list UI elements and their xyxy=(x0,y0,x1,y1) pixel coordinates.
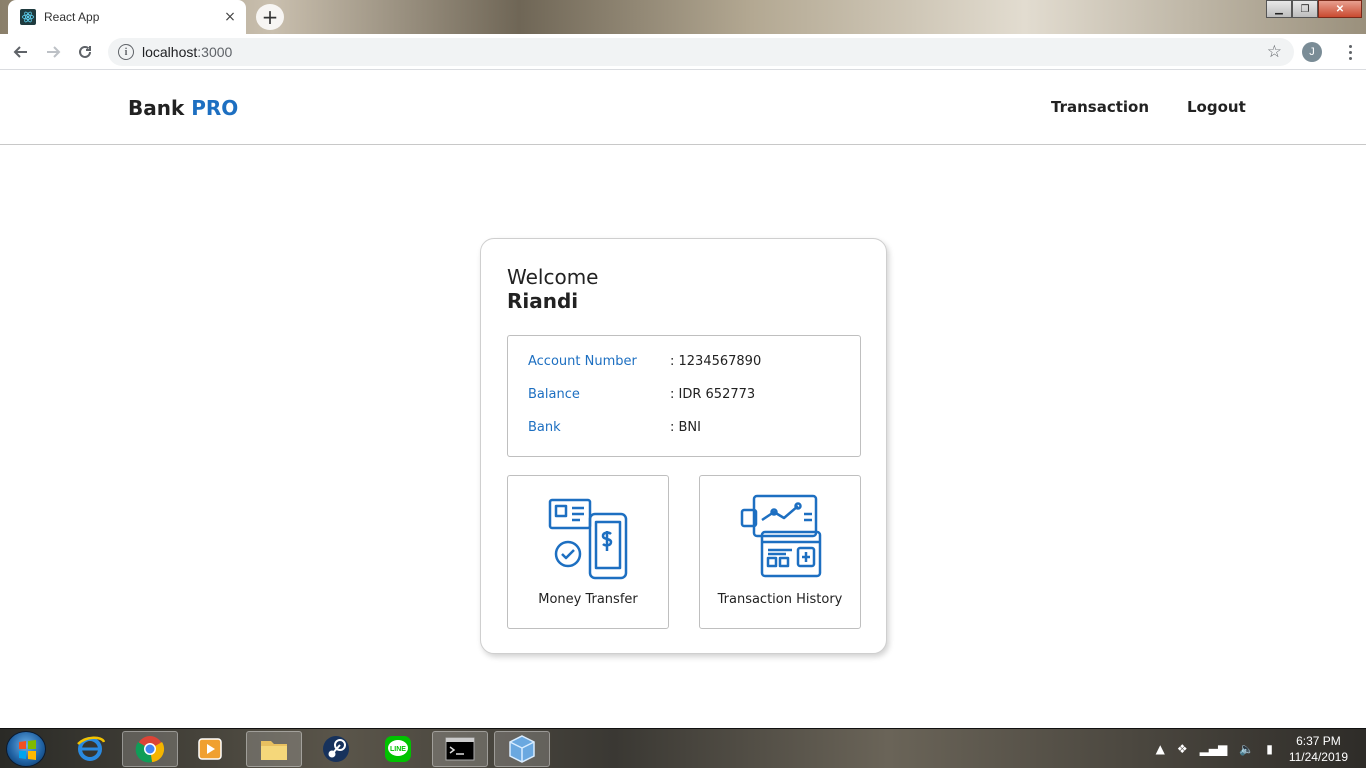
nav-logout-link[interactable]: Logout xyxy=(1187,98,1246,116)
line-icon[interactable]: LINE xyxy=(370,731,426,767)
info-label: Balance xyxy=(528,387,580,402)
brand-accent: PRO xyxy=(191,96,239,120)
volume-icon[interactable]: 🔈 xyxy=(1239,742,1254,756)
start-button[interactable] xyxy=(6,731,46,767)
new-tab-button[interactable]: + xyxy=(256,4,284,30)
app-navbar: Bank PRO Transaction Logout xyxy=(0,71,1366,145)
browser-menu-icon[interactable] xyxy=(1340,40,1360,64)
system-clock[interactable]: 6:37 PM 11/24/2019 xyxy=(1289,733,1348,765)
window-close-button[interactable]: ✕ xyxy=(1318,0,1362,18)
power-icon[interactable]: ▮ xyxy=(1266,742,1273,756)
tab-close-icon[interactable]: × xyxy=(222,9,238,25)
svg-text:LINE: LINE xyxy=(390,746,406,753)
bookmark-star-icon[interactable]: ☆ xyxy=(1267,42,1282,62)
media-player-icon[interactable] xyxy=(182,731,238,767)
windows-logo-icon xyxy=(19,740,36,760)
file-explorer-icon[interactable] xyxy=(246,731,302,767)
info-row-balance: Balance : IDR 652773 xyxy=(528,387,755,402)
url-host: localhost xyxy=(142,44,198,60)
money-transfer-button[interactable]: Money Transfer xyxy=(507,475,669,629)
browser-tabstrip: React App × + ▁ ❐ ✕ xyxy=(0,0,1366,34)
info-row-bank: Bank : BNI xyxy=(528,420,701,435)
forward-arrow-icon[interactable] xyxy=(38,37,68,67)
steam-icon[interactable] xyxy=(308,731,364,767)
info-value: : 1234567890 xyxy=(670,354,762,369)
tray-expand-icon[interactable]: ▲ xyxy=(1156,742,1165,756)
address-bar[interactable]: i localhost:3000 ☆ xyxy=(108,38,1294,66)
brand-name: Bank xyxy=(128,96,185,120)
user-name: Riandi xyxy=(507,289,579,313)
virtualbox-icon[interactable] xyxy=(494,731,550,767)
clock-time: 6:37 PM xyxy=(1296,734,1341,748)
transaction-history-icon xyxy=(740,494,822,578)
site-info-icon[interactable]: i xyxy=(118,44,134,60)
info-row-account-number: Account Number : 1234567890 xyxy=(528,354,761,369)
browser-toolbar: i localhost:3000 ☆ xyxy=(0,34,1366,70)
account-info-box: Account Number : 1234567890 Balance : IDR … xyxy=(507,335,861,457)
network-signal-icon[interactable]: ▂▄▆ xyxy=(1200,742,1228,756)
transaction-history-button[interactable]: Transaction History xyxy=(699,475,861,629)
welcome-text: Welcome xyxy=(507,265,599,289)
command-prompt-icon[interactable] xyxy=(432,731,488,767)
tab-title: React App xyxy=(44,10,100,24)
dropbox-icon[interactable]: ❖ xyxy=(1177,742,1188,756)
money-transfer-label: Money Transfer xyxy=(538,592,638,607)
minimize-button[interactable]: ▁ xyxy=(1266,0,1292,18)
react-favicon-icon xyxy=(20,9,36,25)
reload-icon[interactable] xyxy=(70,37,100,67)
info-value: : IDR 652773 xyxy=(670,387,756,402)
url-port: :3000 xyxy=(197,44,233,60)
windows-taskbar: LINE ▲ ❖ ▂▄▆ 🔈 ▮ 6:37 PM 11/24/2019 xyxy=(0,728,1366,768)
internet-explorer-icon[interactable] xyxy=(62,731,118,767)
account-card: Welcome Riandi Account Number : 123456789… xyxy=(480,238,887,654)
nav-transaction-link[interactable]: Transaction xyxy=(1051,98,1149,116)
address-url: localhost:3000 xyxy=(142,44,232,60)
window-controls: ▁ ❐ ✕ xyxy=(1266,0,1362,18)
clock-date: 11/24/2019 xyxy=(1288,750,1348,764)
info-label: Account Number xyxy=(528,354,637,369)
money-transfer-icon xyxy=(548,498,628,580)
tab-react-app[interactable]: React App × xyxy=(8,0,246,34)
back-arrow-icon[interactable] xyxy=(6,37,36,67)
maximize-button[interactable]: ❐ xyxy=(1292,0,1318,18)
chrome-icon[interactable] xyxy=(122,731,178,767)
profile-avatar[interactable]: J xyxy=(1302,42,1322,62)
info-value: : BNI xyxy=(670,420,701,435)
info-label: Bank xyxy=(528,420,561,435)
transaction-history-label: Transaction History xyxy=(717,592,843,607)
system-tray: ▲ ❖ ▂▄▆ 🔈 ▮ 6:37 PM 11/24/2019 xyxy=(1150,729,1366,768)
brand-logo[interactable]: Bank PRO xyxy=(128,96,238,120)
